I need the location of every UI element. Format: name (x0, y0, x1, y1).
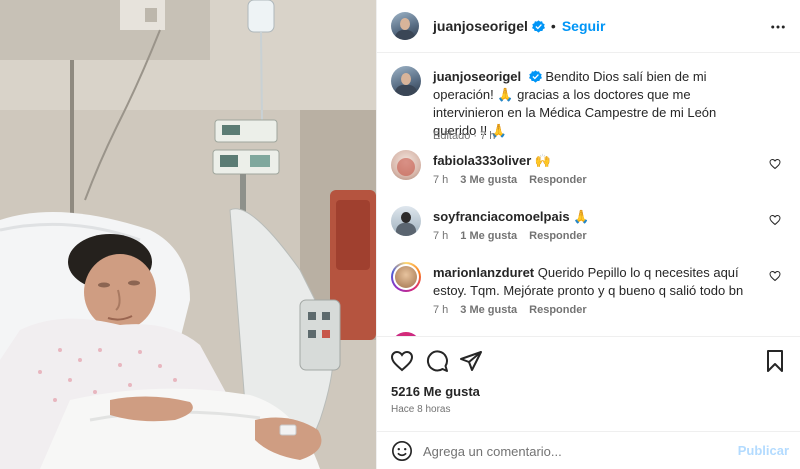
comment-likes[interactable]: 1 Me gusta (460, 230, 517, 242)
likes-count[interactable]: 5216 Me gusta (391, 384, 480, 399)
author-avatar[interactable] (391, 12, 419, 40)
comment-text: 🙌 (534, 153, 552, 168)
caption-username[interactable]: juanjoseorigel (433, 69, 521, 84)
emoji-icon[interactable] (391, 440, 413, 462)
verified-badge-icon (531, 19, 545, 33)
comment-time: 7 h (433, 174, 449, 186)
commenter-avatar[interactable] (391, 262, 421, 292)
reply-button[interactable]: Responder (529, 230, 586, 242)
comment-meta: 7 h 3 Me gusta Responder (433, 174, 587, 186)
like-comment-heart-icon[interactable] (769, 270, 781, 282)
caption-meta: Editado · 7 h (433, 130, 495, 142)
heart-icon[interactable] (390, 349, 414, 373)
author-username[interactable]: juanjoseorigel (433, 18, 528, 34)
comment-likes[interactable]: 3 Me gusta (460, 304, 517, 316)
reply-button[interactable]: Responder (529, 174, 586, 186)
like-comment-heart-icon[interactable] (769, 214, 781, 226)
commenter-avatar[interactable] (391, 150, 421, 180)
comment-input[interactable] (423, 440, 723, 462)
comment-text: 🙏 (573, 209, 590, 224)
hospital-photo-illustration (0, 0, 376, 469)
post-header: juanjoseorigel • Seguir (377, 0, 800, 53)
comment-likes[interactable]: 3 Me gusta (460, 174, 517, 186)
comment-meta: 7 h 1 Me gusta Responder (433, 230, 587, 242)
reply-button[interactable]: Responder (529, 304, 586, 316)
comment-username[interactable]: marionlanzduret (433, 265, 534, 280)
comment-time: 7 h (433, 230, 449, 242)
comment-meta: 7 h 3 Me gusta Responder (433, 304, 587, 316)
instagram-post-view: juanjoseorigel • Seguir juanjoseorigel B… (0, 0, 800, 469)
comment-text-block: soyfranciacomoelpais 🙏 (433, 208, 763, 226)
commenter-avatar[interactable] (391, 206, 421, 236)
like-comment-heart-icon[interactable] (769, 158, 781, 170)
comment-username[interactable]: fabiola333oliver (433, 153, 531, 168)
more-options-icon[interactable] (769, 18, 787, 36)
post-time: Hace 8 horas (391, 404, 451, 415)
comments-list[interactable]: juanjoseorigel Bendito Dios salí bien de… (377, 54, 800, 336)
caption-edited-time: Editado · 7 h (433, 130, 496, 142)
publish-button[interactable]: Publicar (738, 443, 789, 458)
bookmark-icon[interactable] (763, 349, 787, 373)
share-icon[interactable] (459, 349, 483, 373)
comment-composer: Publicar (377, 431, 800, 469)
caption-verified-icon (528, 70, 542, 83)
comment-text-block: fabiola333oliver 🙌 (433, 152, 763, 170)
comment-username[interactable]: soyfranciacomoelpais (433, 209, 570, 224)
comment-text-block: marionlanzduret Querido Pepillo lo q nec… (433, 264, 753, 300)
post-photo[interactable] (0, 0, 376, 469)
post-actions: 5216 Me gusta Hace 8 horas (377, 336, 800, 431)
caption-author-avatar[interactable] (391, 66, 421, 96)
comment-icon[interactable] (425, 349, 449, 373)
post-side-panel: juanjoseorigel • Seguir juanjoseorigel B… (376, 0, 800, 469)
header-separator: • (550, 18, 556, 34)
comment-time: 7 h (433, 304, 449, 316)
follow-button[interactable]: Seguir (562, 18, 606, 34)
